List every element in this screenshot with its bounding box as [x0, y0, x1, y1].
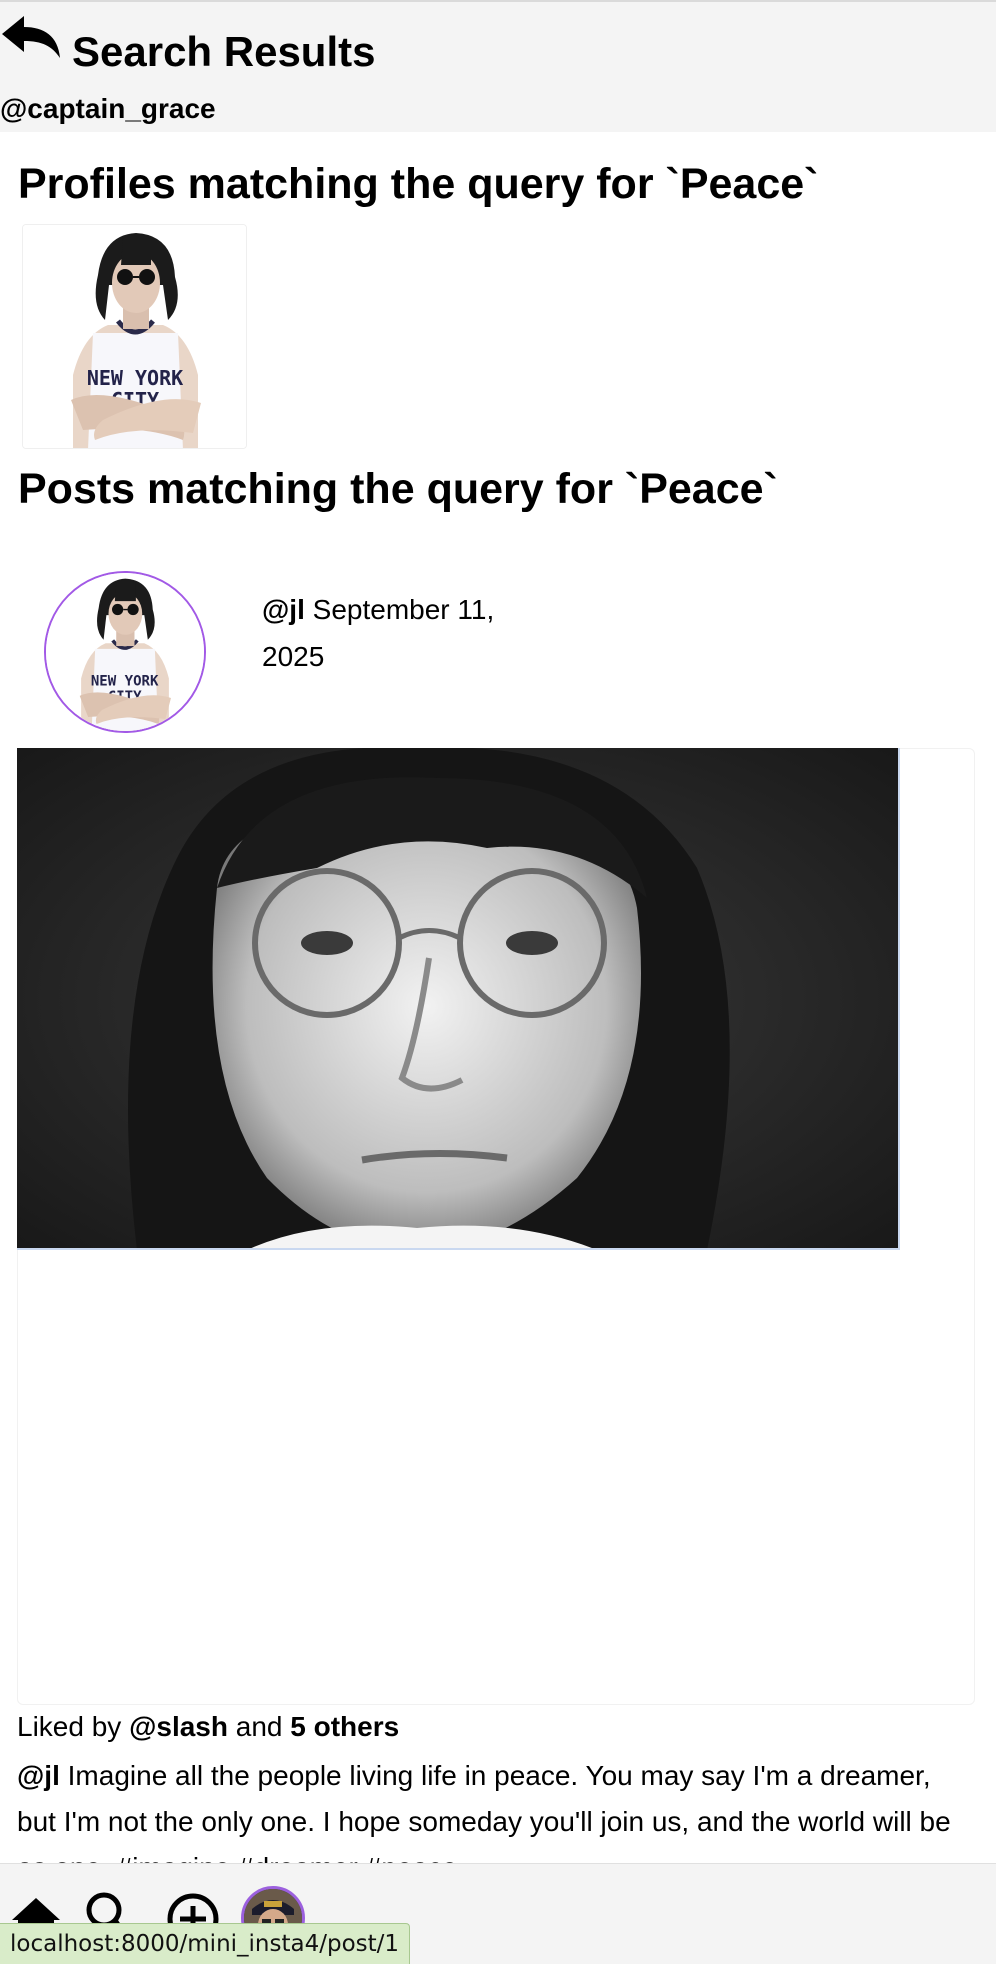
likes-connector: and [235, 1711, 283, 1742]
top-header: Search Results @captain_grace [0, 0, 996, 132]
post-meta: @jl September 11, 2025 [262, 586, 502, 680]
post-image[interactable] [17, 748, 900, 1250]
profile-result-card[interactable]: NEW YORK CITY [22, 224, 247, 449]
status-bar-url: localhost:8000/mini_insta4/post/1 [0, 1923, 411, 1964]
likes-others[interactable]: 5 others [290, 1711, 399, 1742]
author-avatar-photo: NEW YORK CITY [46, 573, 204, 731]
posts-heading: Posts matching the query for `Peace` [18, 465, 778, 513]
profile-photo: NEW YORK CITY [23, 225, 246, 448]
back-arrow-icon[interactable] [0, 14, 62, 60]
likes-prefix: Liked by [17, 1711, 122, 1742]
caption-author[interactable]: @jl [17, 1760, 60, 1791]
liked-by-user[interactable]: @slash [129, 1711, 228, 1742]
profiles-heading: Profiles matching the query for `Peace` [18, 160, 819, 208]
post-author-avatar[interactable]: NEW YORK CITY [44, 571, 206, 733]
page-title: Search Results [72, 28, 376, 75]
post-author-handle[interactable]: @jl [262, 594, 305, 625]
post-photo [17, 748, 898, 1248]
caption-text: Imagine all the people living life in pe… [17, 1760, 951, 1863]
svg-text:NEW YORK: NEW YORK [87, 366, 183, 390]
likes-summary: Liked by @slash and 5 others [17, 1709, 399, 1745]
svg-text:NEW YORK: NEW YORK [91, 673, 159, 689]
current-username[interactable]: @captain_grace [0, 92, 216, 126]
post-caption: @jl Imagine all the people living life i… [17, 1753, 977, 1863]
